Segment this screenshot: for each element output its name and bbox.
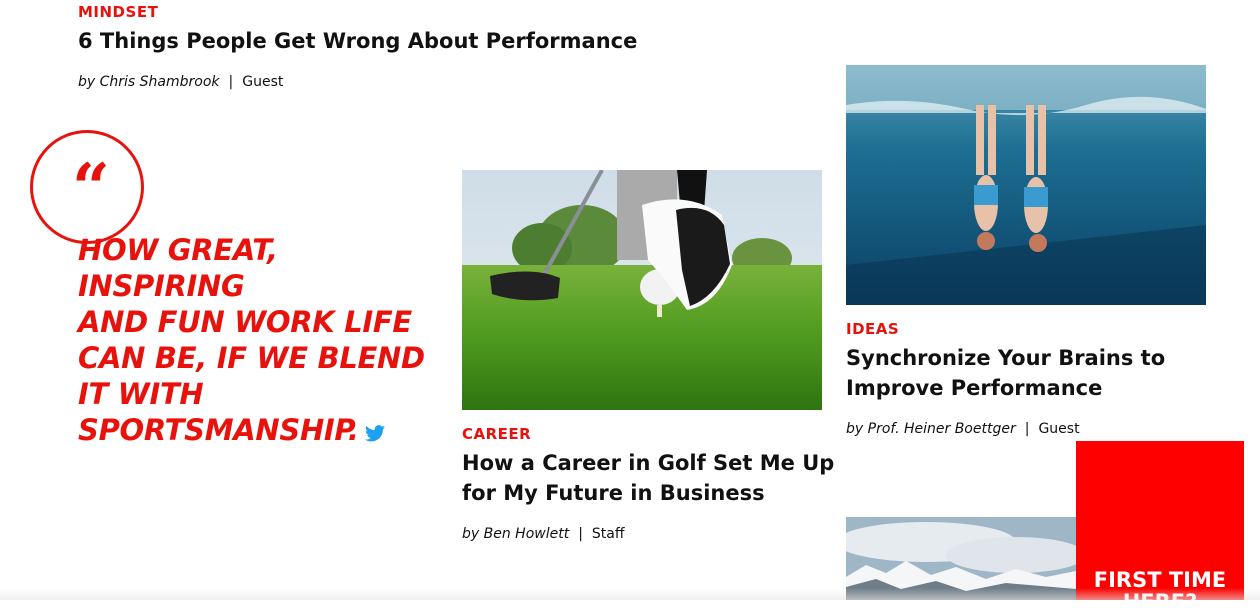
article-byline: by Ben Howlett | Staff xyxy=(462,526,625,542)
quote-mark-icon: “ xyxy=(72,149,110,227)
quote-line: CAN BE, IF WE BLEND xyxy=(78,341,425,375)
article-title-golf[interactable]: How a Career in Golf Set Me Up for My Fu… xyxy=(462,448,834,508)
swim-article-image[interactable] xyxy=(846,65,1206,305)
author-link[interactable]: by Prof. Heiner Boettger xyxy=(846,421,1016,437)
first-time-here-button[interactable]: FIRST TIME HERE? xyxy=(1076,441,1244,613)
byline-separator: | xyxy=(1024,421,1030,437)
pull-quote: HOW GREAT, INSPIRING AND FUN WORK LIFE C… xyxy=(78,232,448,450)
article-category-mindset[interactable]: MINDSET xyxy=(78,3,158,21)
author-link[interactable]: by Ben Howlett xyxy=(462,526,569,542)
byline-separator: | xyxy=(228,74,234,90)
author-link[interactable]: by Chris Shambrook xyxy=(78,74,220,90)
article-category-career[interactable]: CAREER xyxy=(462,425,531,443)
article-title-swim[interactable]: Synchronize Your Brains to Improve Perfo… xyxy=(846,343,1165,403)
bottom-fade xyxy=(0,588,1260,600)
swim-photo xyxy=(846,65,1206,305)
quote-line: IT WITH xyxy=(78,377,204,411)
golf-photo xyxy=(462,170,822,410)
author-role: Guest xyxy=(1038,421,1080,437)
article-byline: by Prof. Heiner Boettger | Guest xyxy=(846,421,1080,437)
title-line: Synchronize Your Brains to xyxy=(846,346,1166,370)
cta-line: FIRST TIME xyxy=(1093,568,1227,592)
author-role: Staff xyxy=(591,526,625,542)
title-line: How a Career in Golf Set Me Up xyxy=(462,451,835,475)
quote-line: AND FUN WORK LIFE xyxy=(78,305,412,339)
golf-article-image[interactable] xyxy=(462,170,822,410)
byline-separator: | xyxy=(578,526,583,542)
twitter-icon[interactable] xyxy=(364,414,385,450)
article-title-performance[interactable]: 6 Things People Get Wrong About Performa… xyxy=(78,26,637,56)
author-role: Guest xyxy=(242,74,284,90)
quote-line: HOW GREAT, INSPIRING xyxy=(78,233,278,303)
quote-line-last: SPORTSMANSHIP. xyxy=(78,412,448,450)
title-line: Improve Performance xyxy=(846,376,1103,400)
title-line: for My Future in Business xyxy=(462,481,765,505)
article-category-ideas[interactable]: IDEAS xyxy=(846,320,899,338)
quote-line: SPORTSMANSHIP. xyxy=(78,413,359,447)
article-byline: by Chris Shambrook | Guest xyxy=(78,74,283,90)
